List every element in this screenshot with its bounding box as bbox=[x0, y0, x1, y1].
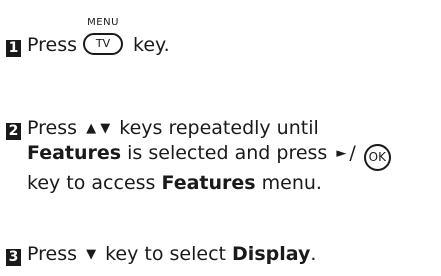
step-1: 1 Press MENU TV key. bbox=[6, 17, 170, 57]
step-text: keys repeatedly until bbox=[119, 117, 319, 139]
tv-key-label: TV bbox=[83, 33, 124, 55]
up-down-arrows-icon: ▲ ▼ bbox=[86, 121, 111, 136]
step-3: 3 Press ▼ key to select Display. bbox=[6, 242, 316, 267]
right-arrow-icon: ► bbox=[336, 146, 347, 161]
step-line: Features is selected and press ► / OK bbox=[6, 141, 391, 171]
step-text: Press bbox=[27, 243, 78, 265]
step-text: Press bbox=[27, 34, 78, 56]
ok-key-icon: OK bbox=[363, 144, 391, 171]
step-number: 2 bbox=[6, 123, 21, 140]
down-arrow-icon: ▼ bbox=[86, 247, 97, 262]
menu-key-label: MENU bbox=[87, 17, 119, 28]
step-text: key. bbox=[133, 34, 170, 56]
step-text: key to access bbox=[27, 172, 156, 194]
step-number: 3 bbox=[6, 249, 21, 266]
step-text: is selected and press bbox=[127, 142, 328, 164]
menu-name: Features bbox=[27, 142, 122, 164]
menu-name: Features bbox=[161, 172, 256, 194]
step-number: 1 bbox=[6, 40, 21, 57]
punctuation: . bbox=[310, 243, 317, 265]
step-line: key to access Features menu. bbox=[6, 171, 391, 195]
step-text: menu. bbox=[261, 172, 322, 194]
step-2: 2 Press ▲ ▼ keys repeatedly until Feature… bbox=[6, 116, 391, 195]
step-line: 2 Press ▲ ▼ keys repeatedly until bbox=[6, 116, 391, 141]
menu-name: Display bbox=[232, 243, 311, 265]
separator: / bbox=[349, 142, 356, 164]
step-text: Press bbox=[27, 117, 78, 139]
menu-tv-key-icon: MENU TV bbox=[83, 17, 124, 55]
step-text: key to select bbox=[105, 243, 226, 265]
